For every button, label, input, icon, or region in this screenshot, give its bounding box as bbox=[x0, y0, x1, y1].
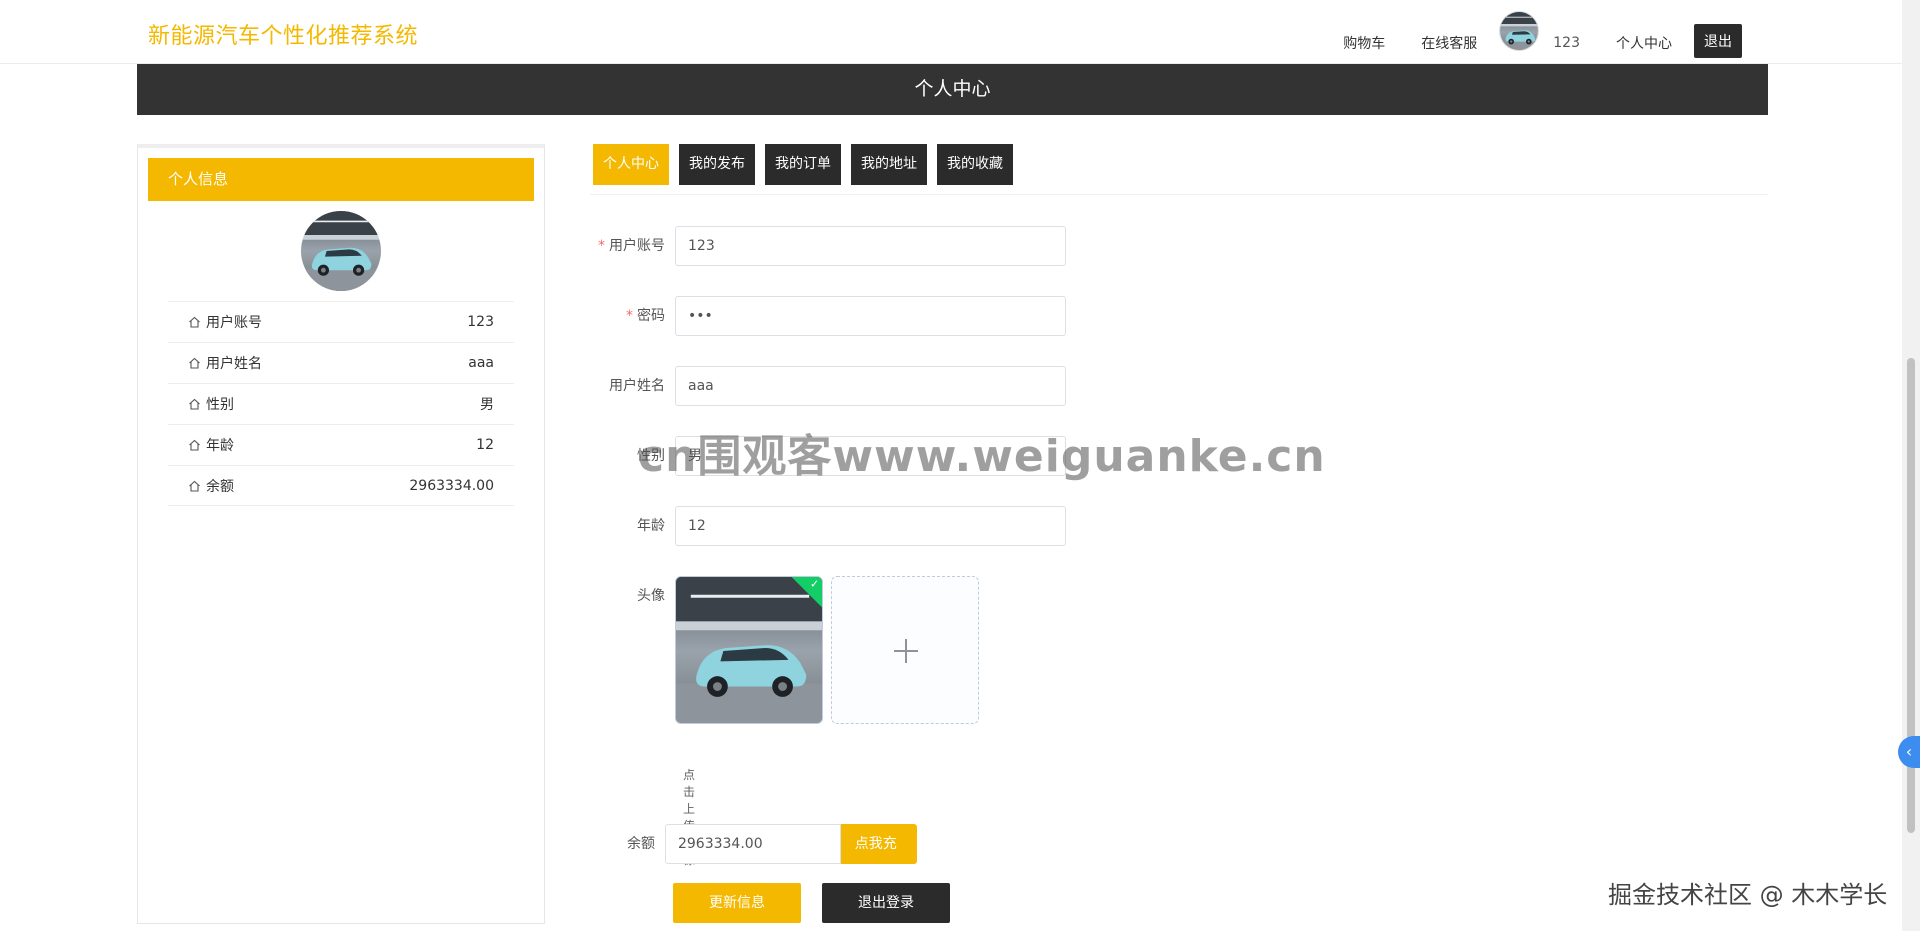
balance-label: 余额 bbox=[626, 836, 655, 852]
home-icon bbox=[188, 316, 201, 328]
avatar-upload-button[interactable] bbox=[831, 576, 979, 724]
account-row: * 用户账号 123 bbox=[593, 226, 1066, 266]
info-value: aaa bbox=[468, 355, 494, 371]
info-row-age: 年龄 12 bbox=[168, 424, 514, 465]
tab-my-favorites[interactable]: 我的收藏 bbox=[937, 144, 1013, 185]
nav-avatar[interactable] bbox=[1499, 11, 1540, 51]
password-row: * 密码 ••• bbox=[593, 296, 1066, 336]
check-icon: ✓ bbox=[810, 577, 820, 591]
home-icon bbox=[188, 439, 201, 451]
page-banner: 个人中心 bbox=[137, 64, 1768, 115]
profile-avatar bbox=[301, 211, 381, 291]
logout-button[interactable]: 退出登录 bbox=[822, 883, 950, 923]
avatar-label: 头像 bbox=[637, 588, 665, 604]
car-photo bbox=[301, 211, 381, 291]
profile-info-list: 用户账号 123 用户姓名 aaa 性别 男 年龄 12 余额 2963334.… bbox=[168, 301, 514, 506]
nav-service-link[interactable]: 在线客服 bbox=[1421, 33, 1477, 53]
nav-username: 123 bbox=[1553, 35, 1580, 51]
info-label: 用户账号 bbox=[206, 315, 262, 331]
top-nav: 购物车 在线客服 123 个人中心 退出 bbox=[1307, 11, 1742, 58]
tabs-divider bbox=[590, 194, 1768, 195]
tab-my-orders[interactable]: 我的订单 bbox=[765, 144, 841, 185]
update-info-button[interactable]: 更新信息 bbox=[673, 883, 801, 923]
watermark-text: cn围观客www.weiguanke.cn bbox=[638, 431, 1326, 482]
info-row-gender: 性别 男 bbox=[168, 383, 514, 424]
profile-card-heading: 个人信息 bbox=[148, 158, 534, 201]
page-scrollbar[interactable] bbox=[1902, 0, 1920, 931]
info-value: 男 bbox=[480, 397, 494, 413]
tab-my-posts[interactable]: 我的发布 bbox=[679, 144, 755, 185]
site-title[interactable]: 新能源汽车个性化推荐系统 bbox=[148, 18, 418, 50]
password-input[interactable]: ••• bbox=[675, 296, 1066, 336]
info-value: 2963334.00 bbox=[409, 477, 494, 494]
info-row-account: 用户账号 123 bbox=[168, 301, 514, 342]
info-label: 余额 bbox=[206, 478, 234, 495]
info-row-name: 用户姓名 aaa bbox=[168, 342, 514, 383]
name-label: 用户姓名 bbox=[609, 378, 665, 394]
info-label: 性别 bbox=[206, 397, 234, 413]
home-icon bbox=[188, 398, 201, 410]
tab-my-address[interactable]: 我的地址 bbox=[851, 144, 927, 185]
home-icon bbox=[188, 480, 201, 492]
account-input[interactable]: 123 bbox=[675, 226, 1066, 266]
tab-profile[interactable]: 个人中心 bbox=[593, 144, 669, 185]
nav-logout-button[interactable]: 退出 bbox=[1694, 24, 1742, 58]
name-input[interactable]: aaa bbox=[675, 366, 1066, 406]
age-row: 年龄 12 bbox=[593, 506, 1066, 546]
name-row: 用户姓名 aaa bbox=[593, 366, 1066, 406]
info-label: 用户姓名 bbox=[206, 356, 262, 372]
nav-cart-link[interactable]: 购物车 bbox=[1343, 33, 1385, 53]
info-label: 年龄 bbox=[206, 438, 234, 454]
account-label: * 用户账号 bbox=[598, 238, 665, 254]
info-value: 123 bbox=[467, 314, 494, 330]
age-label: 年龄 bbox=[637, 518, 665, 534]
age-input[interactable]: 12 bbox=[675, 506, 1066, 546]
car-photo bbox=[676, 577, 822, 723]
profile-card: 个人信息 用户账号 123 用户姓名 aaa 性别 男 年龄 12 余额 296… bbox=[137, 144, 545, 924]
balance-input[interactable]: 2963334.00 bbox=[664, 824, 841, 864]
top-header: 新能源汽车个性化推荐系统 购物车 在线客服 123 个人中心 退出 bbox=[0, 0, 1902, 64]
nav-profile-link[interactable]: 个人中心 bbox=[1616, 33, 1672, 53]
credit-text: 掘金技术社区 @ 木木学长 bbox=[1608, 881, 1888, 909]
profile-tabs: 个人中心 我的发布 我的订单 我的地址 我的收藏 bbox=[593, 144, 1023, 185]
home-icon bbox=[188, 357, 201, 369]
car-photo bbox=[1500, 12, 1539, 50]
info-value: 12 bbox=[476, 437, 494, 453]
password-label: * 密码 bbox=[626, 308, 665, 324]
avatar-row: 头像 ✓ bbox=[593, 576, 979, 724]
avatar-thumbnail[interactable]: ✓ bbox=[675, 576, 823, 724]
balance-row: 余额 2963334.00 点我充值 bbox=[593, 824, 917, 892]
info-row-balance: 余额 2963334.00 bbox=[168, 465, 514, 506]
recharge-button[interactable]: 点我充值 bbox=[840, 824, 917, 892]
chevron-left-icon: ‹ bbox=[1905, 742, 1913, 761]
